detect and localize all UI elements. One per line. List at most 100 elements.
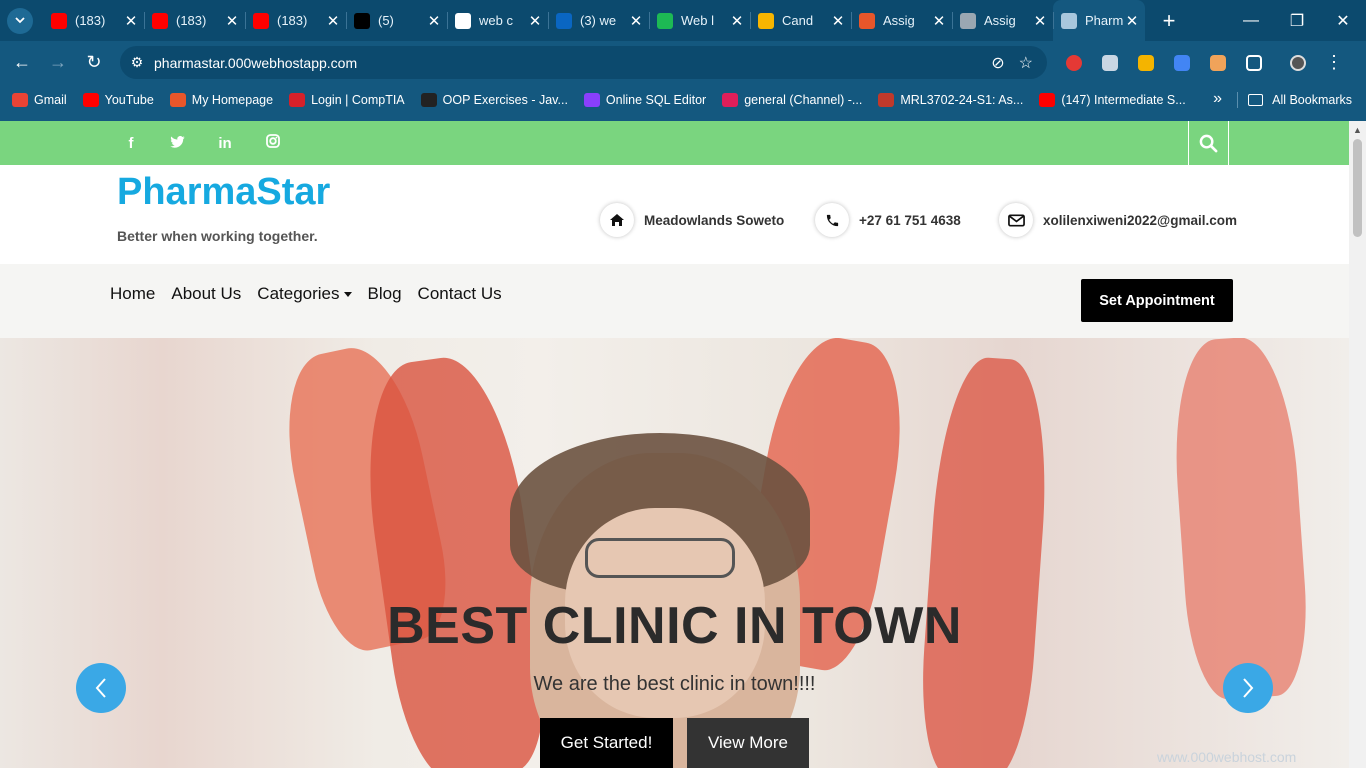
nav-about[interactable]: About Us	[171, 284, 241, 304]
site-tagline: Better when working together.	[117, 228, 318, 244]
phone-text: +27 61 751 4638	[859, 212, 961, 228]
puzzle-icon[interactable]	[1236, 54, 1272, 71]
extension-shield-icon[interactable]	[1092, 54, 1128, 71]
close-window-icon[interactable]: ✕	[1320, 11, 1366, 31]
close-tab-icon[interactable]: ✕	[1033, 12, 1047, 30]
set-appointment-button[interactable]: Set Appointment	[1081, 279, 1233, 322]
browser-tab[interactable]: web c ✕	[447, 0, 548, 41]
instagram-icon[interactable]	[263, 134, 283, 152]
bookmark-label: MRL3702-24-S1: As...	[900, 93, 1024, 107]
more-bookmarks-icon[interactable]: »	[1213, 90, 1222, 108]
nav-categories[interactable]: Categories	[257, 284, 352, 304]
browser-tab[interactable]: Cand ✕	[750, 0, 851, 41]
main-menu: Home About Us Categories Blog Contact Us	[110, 264, 502, 324]
bookmark-item[interactable]: My Homepage	[169, 93, 273, 107]
browser-tab[interactable]: (183) ✕	[43, 0, 144, 41]
site-search-button[interactable]	[1188, 121, 1229, 165]
tab-title: Assig	[984, 13, 1016, 28]
get-started-button[interactable]: Get Started!	[540, 718, 673, 768]
close-tab-icon[interactable]: ✕	[427, 12, 441, 30]
browser-tab[interactable]: Assig ✕	[851, 0, 952, 41]
bookmark-item[interactable]: OOP Exercises - Jav...	[420, 93, 568, 107]
bookmark-label: Gmail	[34, 93, 67, 107]
youtube-icon	[253, 12, 269, 29]
tab-title: (183)	[75, 13, 106, 28]
bookmark-item[interactable]: MRL3702-24-S1: As...	[878, 93, 1023, 107]
globe-icon	[960, 12, 976, 29]
close-tab-icon[interactable]: ✕	[1125, 12, 1139, 30]
hero-subtitle: We are the best clinic in town!!!!	[533, 673, 816, 695]
site-logo[interactable]: PharmaStar	[117, 171, 330, 214]
bookmark-item[interactable]: Online SQL Editor	[583, 93, 706, 107]
close-tab-icon[interactable]: ✕	[225, 12, 239, 30]
x-icon	[354, 12, 370, 29]
browser-tab[interactable]: Web l ✕	[649, 0, 750, 41]
browser-tab[interactable]: Assig ✕	[952, 0, 1053, 41]
bookmark-label: OOP Exercises - Jav...	[442, 93, 568, 107]
tab-title: Pharm	[1085, 13, 1124, 28]
browser-tab[interactable]: (183) ✕	[245, 0, 346, 41]
close-tab-icon[interactable]: ✕	[326, 12, 340, 30]
carousel-next-button[interactable]	[1223, 663, 1273, 713]
bookmark-favicon-icon	[82, 93, 99, 107]
close-tab-icon[interactable]: ✕	[528, 12, 542, 30]
browser-tab[interactable]: (183) ✕	[144, 0, 245, 41]
google-icon	[455, 12, 471, 29]
browser-tab[interactable]: (3) we ✕	[548, 0, 649, 41]
extension-color-icon[interactable]	[1128, 54, 1164, 71]
close-tab-icon[interactable]: ✕	[730, 12, 744, 30]
browser-tab[interactable]: (5) ✕	[346, 0, 447, 41]
bookmark-label: Login | CompTIA	[311, 93, 405, 107]
extension-red-icon[interactable]	[1056, 54, 1092, 71]
nav-home[interactable]: Home	[110, 284, 155, 304]
scrollbar-thumb[interactable]	[1353, 139, 1362, 237]
menu-dots-icon[interactable]: ⋮	[1316, 52, 1352, 73]
back-icon[interactable]: ←	[4, 52, 40, 73]
close-tab-icon[interactable]: ✕	[629, 12, 643, 30]
avatar[interactable]	[1280, 54, 1316, 71]
carousel-prev-button[interactable]	[76, 663, 126, 713]
address-text: Meadowlands Soweto	[644, 212, 785, 228]
extensions-area: ⋮	[1056, 41, 1352, 84]
close-tab-icon[interactable]: ✕	[124, 12, 138, 30]
url-text[interactable]: pharmastar.000webhostapp.com	[154, 55, 991, 71]
extension-translate-icon[interactable]	[1164, 54, 1200, 71]
address-bar[interactable]: ⚙ pharmastar.000webhostapp.com ⊘ ☆	[120, 46, 1047, 79]
social-strip: f in	[0, 121, 1349, 165]
bookmark-favicon-icon	[583, 93, 600, 107]
minimize-icon[interactable]: —	[1228, 12, 1274, 30]
page-scrollbar[interactable]: ▲	[1349, 121, 1366, 768]
nav-blog[interactable]: Blog	[368, 284, 402, 304]
bookmark-item[interactable]: general (Channel) -...	[722, 93, 862, 107]
bookmark-label: YouTube	[104, 93, 154, 107]
facebook-icon[interactable]: f	[121, 135, 141, 152]
reload-icon[interactable]: ↻	[76, 52, 112, 73]
extension-box-icon[interactable]	[1200, 54, 1236, 71]
close-tab-icon[interactable]: ✕	[932, 12, 946, 30]
browser-tab[interactable]: Pharm ✕	[1053, 0, 1145, 41]
forward-icon[interactable]: →	[40, 52, 76, 73]
tab-search-button[interactable]	[7, 7, 33, 34]
bookmark-item[interactable]: (147) Intermediate S...	[1039, 93, 1186, 107]
chevron-left-icon	[95, 678, 106, 698]
bookmark-favicon-icon	[420, 93, 437, 107]
bookmark-favicon-icon	[878, 93, 895, 107]
nav-contact[interactable]: Contact Us	[418, 284, 502, 304]
eye-off-icon[interactable]: ⊘	[991, 53, 1004, 73]
site-info-icon[interactable]: ⚙	[120, 54, 154, 71]
linkedin-icon[interactable]: in	[215, 135, 235, 152]
scroll-up-icon[interactable]: ▲	[1353, 125, 1362, 135]
bookmark-item[interactable]: YouTube	[82, 93, 154, 107]
twitter-icon[interactable]	[167, 135, 187, 152]
close-tab-icon[interactable]: ✕	[831, 12, 845, 30]
bookmark-item[interactable]: Login | CompTIA	[289, 93, 405, 107]
restore-icon[interactable]: ❐	[1274, 11, 1320, 31]
bookmark-star-icon[interactable]: ☆	[1019, 53, 1033, 73]
view-more-button[interactable]: View More	[687, 718, 809, 768]
caret-down-icon	[343, 292, 352, 298]
tab-title: (3) we	[580, 13, 617, 28]
candidate-icon	[758, 12, 774, 29]
all-bookmarks-button[interactable]: All Bookmarks	[1248, 84, 1352, 116]
new-tab-icon[interactable]: +	[1159, 8, 1179, 34]
bookmark-item[interactable]: Gmail	[12, 93, 67, 107]
